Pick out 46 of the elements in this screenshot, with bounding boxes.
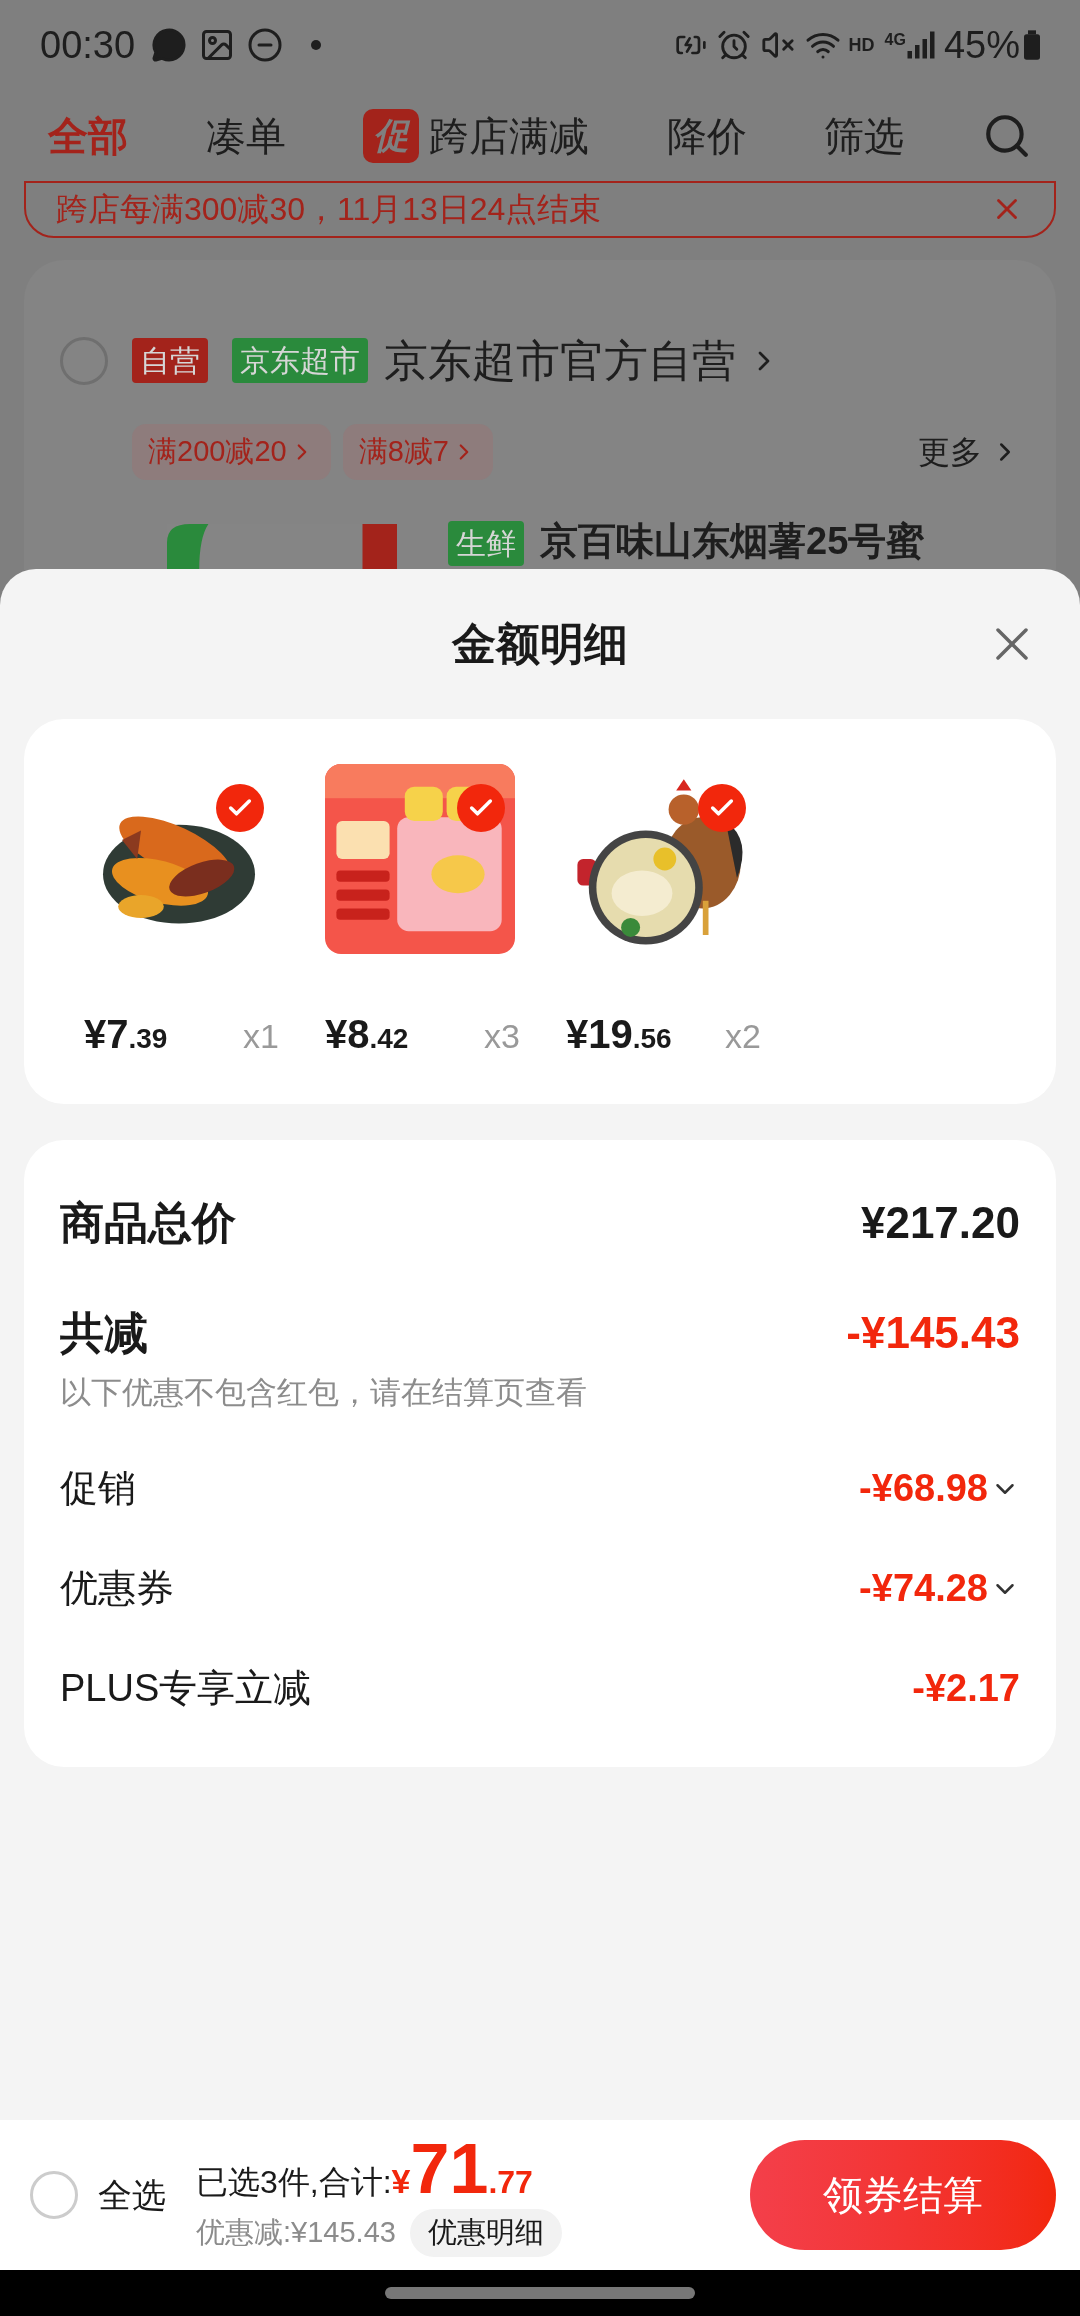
item-price: ¥8.42 (325, 1011, 409, 1058)
checkout-button[interactable]: 领券结算 (750, 2140, 1056, 2250)
store-name[interactable]: 京东超市官方自营 (384, 328, 736, 394)
more-link[interactable]: 更多 (918, 428, 1020, 476)
discount-amount: -¥74.28 (859, 1566, 988, 1611)
discount-amount: -¥2.17 (912, 1666, 1020, 1711)
chat-icon (151, 27, 188, 64)
promo-badge: 促 (363, 108, 420, 163)
filter-tab[interactable]: 凑单 (205, 105, 286, 166)
item-quantity: x2 (725, 1016, 761, 1057)
selection-summary: 已选3件,合计: (196, 2162, 392, 2202)
filter-tab[interactable]: 降价 (666, 105, 747, 166)
sheet-title: 金额明细 (452, 618, 628, 670)
total-price: ¥71.77 (391, 2133, 533, 2207)
item-price: ¥7.39 (84, 1011, 168, 1058)
network-label: HD (848, 33, 875, 57)
battery-level: 45% (943, 22, 1020, 68)
product-title: 京百味山东烟薯25号蜜 (540, 519, 925, 564)
do-not-disturb-icon (247, 27, 284, 64)
store-tag: 京东超市 (232, 338, 368, 384)
discount-note: 以下优惠不包含红包，请在结算页查看 (60, 1374, 588, 1412)
item-quantity: x1 (243, 1016, 279, 1057)
summary-amount: -¥145.43 (846, 1307, 1020, 1359)
promo-text: 跨店每满300减30，11月13日24点结束 (56, 190, 602, 230)
summary-label: 商品总价 (60, 1197, 236, 1249)
summary-label: 共减 (60, 1307, 148, 1359)
summary-amount: ¥217.20 (860, 1197, 1020, 1249)
product-tag: 生鲜 (448, 521, 524, 566)
item-quantity: x3 (484, 1016, 520, 1057)
discount-label: 优惠券 (60, 1566, 174, 1611)
store-tag: 自营 (132, 338, 208, 384)
discount-label: 促销 (60, 1466, 136, 1511)
select-all-checkbox[interactable] (30, 2171, 78, 2219)
discount-label: PLUS专享立减 (60, 1666, 312, 1711)
select-all-label[interactable]: 全选 (98, 2169, 166, 2221)
item-price: ¥19.56 (566, 1011, 672, 1058)
status-time: 00:30 (40, 22, 136, 68)
discount-amount: -¥68.98 (859, 1466, 988, 1511)
details-button[interactable]: 优惠明细 (409, 2208, 562, 2257)
filter-tab[interactable]: 筛选 (824, 105, 905, 166)
discount-total: 优惠减:¥145.43 (196, 2214, 396, 2250)
network-label: 4G (884, 30, 906, 50)
filter-tab[interactable]: 促 跨店满减 (363, 105, 590, 166)
battery-icon (1024, 30, 1040, 61)
home-handle[interactable] (385, 2287, 695, 2299)
signal-icon (905, 30, 936, 61)
